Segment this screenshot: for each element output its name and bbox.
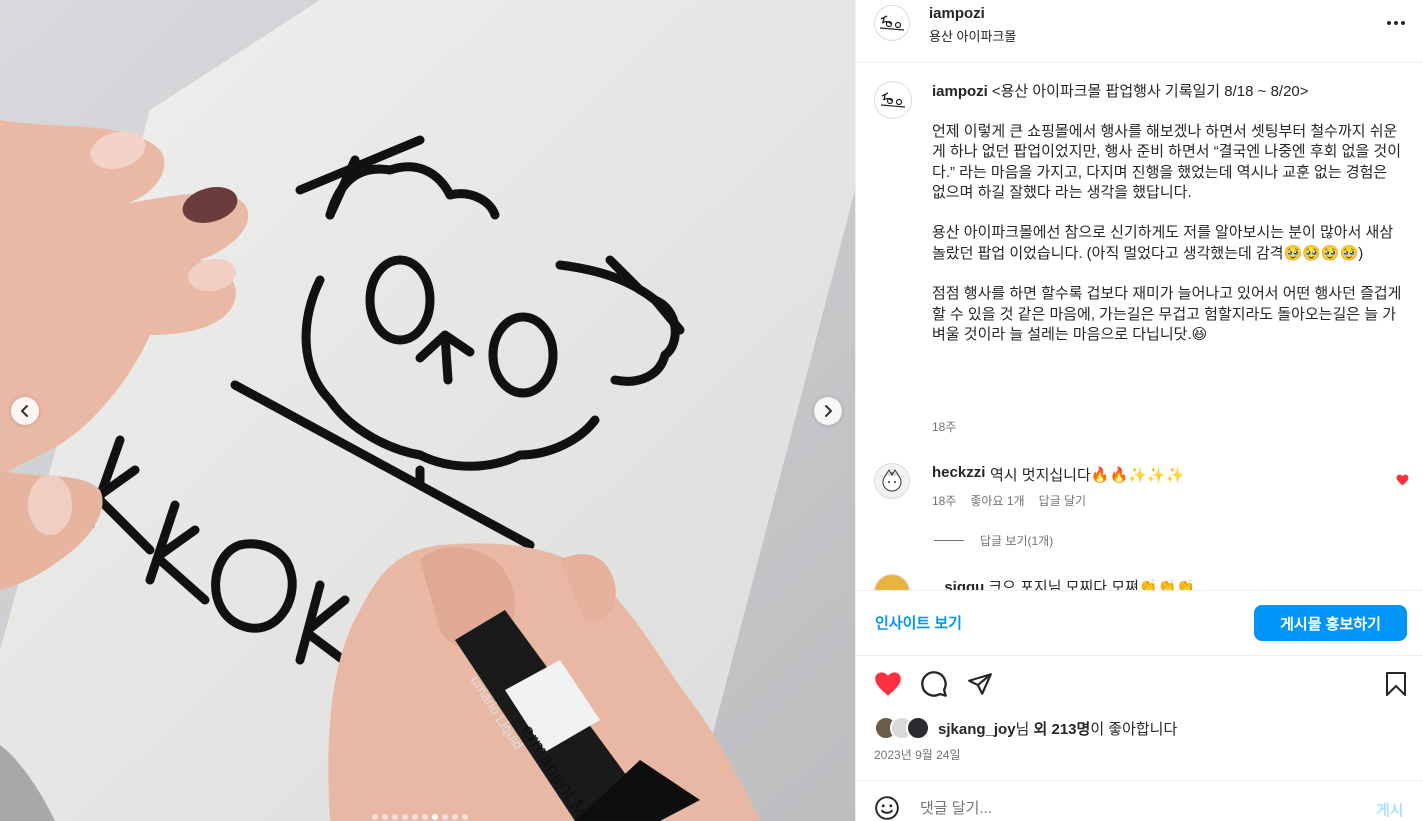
bookmark-icon — [1386, 672, 1406, 696]
view-replies-button[interactable]: 답글 보기(1개) — [934, 532, 1053, 549]
carousel-dot — [372, 814, 378, 820]
commenter-avatar[interactable] — [874, 463, 910, 499]
carousel-dot — [432, 814, 438, 820]
comment-button[interactable] — [918, 668, 950, 700]
comment-like-button[interactable] — [1396, 473, 1409, 489]
author-avatar[interactable] — [874, 5, 910, 41]
heart-filled-icon — [1396, 474, 1409, 486]
post-viewer: ermanent Marker umario Liquid iampozi 용산… — [0, 0, 1423, 821]
carousel-dot — [462, 814, 468, 820]
author-username[interactable]: iampozi — [929, 5, 985, 22]
caption-body: 언제 이렇게 큰 쇼핑몰에서 행사를 해보겠나 하면서 셋팅부터 철수까지 쉬운… — [932, 123, 1402, 343]
send-icon — [968, 673, 992, 695]
post-location[interactable]: 용산 아이파크몰 — [929, 26, 1016, 45]
heart-filled-icon — [875, 672, 901, 696]
replies-divider — [934, 540, 964, 541]
pozi-logo-icon — [880, 92, 906, 108]
carousel-dot — [452, 814, 458, 820]
like-button[interactable] — [872, 668, 904, 700]
comment-bubble-icon — [921, 671, 947, 697]
comment-timestamp[interactable]: 18주 — [932, 492, 956, 509]
comment-likes[interactable]: 좋아요 1개 — [970, 492, 1024, 509]
emoji-button[interactable] — [874, 795, 902, 821]
chevron-left-icon — [21, 405, 28, 417]
more-options-button[interactable] — [1384, 11, 1408, 35]
post-photo: ermanent Marker umario Liquid — [0, 0, 855, 821]
promote-post-button[interactable]: 게시물 홍보하기 — [1254, 605, 1407, 641]
pozi-logo-icon — [879, 15, 905, 31]
carousel-dot — [382, 814, 388, 820]
post-side-panel: iampozi 용산 아이파크몰 iampozi <용산 아이파크몰 팝업행사 기… — [855, 0, 1423, 821]
save-button[interactable] — [1380, 668, 1412, 700]
likes-suffix: 님 — [1015, 720, 1034, 738]
view-replies-label: 답글 보기(1개) — [980, 534, 1054, 548]
share-button[interactable] — [964, 668, 996, 700]
liker-avatar[interactable] — [906, 716, 930, 740]
post-actions — [856, 668, 1423, 702]
likes-count[interactable]: 외 213명 — [1034, 721, 1091, 738]
post-comment-button[interactable]: 게시 — [1376, 799, 1404, 820]
comment-username[interactable]: heckzzi — [932, 464, 985, 481]
post-header: iampozi 용산 아이파크몰 — [856, 0, 1423, 63]
liker-username[interactable]: sjkang_joy — [938, 721, 1016, 738]
carousel-dot — [392, 814, 398, 820]
chevron-right-icon — [825, 405, 832, 417]
comment-composer: 게시 — [856, 780, 1423, 821]
comment-text: 역시 멋지십니다🔥🔥✨✨✨ — [990, 467, 1185, 484]
carousel-dot — [442, 814, 448, 820]
next-image-button[interactable] — [814, 397, 842, 425]
carousel-dot — [412, 814, 418, 820]
caption-title: <용산 아이파크몰 팝업행사 기록일기 8/18 ~ 8/20> — [991, 83, 1309, 100]
character-avatar-icon — [882, 469, 902, 492]
caption-author-avatar[interactable] — [874, 81, 912, 119]
caption-username[interactable]: iampozi — [932, 83, 988, 100]
previous-image-button[interactable] — [11, 397, 39, 425]
more-horizontal-icon — [1387, 21, 1405, 25]
reply-button[interactable]: 답글 달기 — [1039, 492, 1087, 509]
comment-input[interactable] — [920, 796, 1340, 820]
likes-summary: sjkang_joy님 외 213명이 좋아합니다 — [874, 716, 1177, 740]
carousel-indicator — [372, 814, 468, 820]
caption-heading: iampozi <용산 아이파크몰 팝업행사 기록일기 8/18 ~ 8/20> — [932, 82, 1397, 103]
likes-suffix: 이 좋아합니다 — [1090, 720, 1178, 738]
carousel-dot — [402, 814, 408, 820]
smiley-icon — [875, 796, 899, 820]
likes-text: sjkang_joy님 외 213명이 좋아합니다 — [938, 718, 1177, 739]
carousel-dot — [422, 814, 428, 820]
post-media[interactable]: ermanent Marker umario Liquid — [0, 0, 855, 821]
caption-timestamp[interactable]: 18주 — [932, 418, 956, 435]
view-insights-link[interactable]: 인사이트 보기 — [875, 612, 962, 633]
post-date[interactable]: 2023년 9월 24일 — [874, 746, 961, 763]
comment-meta: 18주 좋아요 1개 답글 달기 — [932, 492, 1086, 509]
insight-bar: 인사이트 보기 게시물 홍보하기 — [856, 590, 1423, 656]
